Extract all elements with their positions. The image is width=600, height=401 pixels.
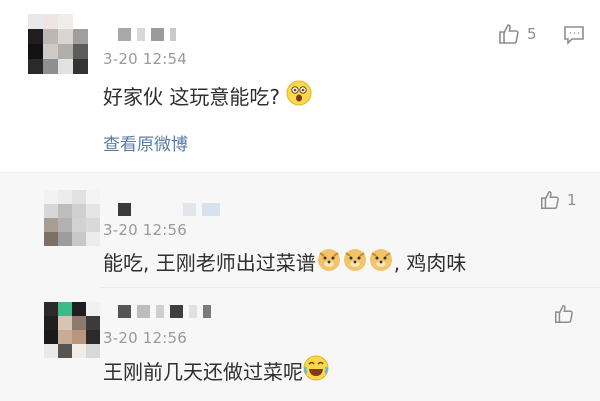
username-redacted[interactable] [118, 203, 220, 216]
doge-emoji [316, 246, 342, 277]
main-comment: 3-20 12:54 好家伙 这玩意能吃? 查看原微博 5 [0, 0, 600, 172]
doge-emoji [342, 246, 368, 277]
comment-bubble-icon [564, 26, 584, 45]
avatar[interactable] [44, 302, 100, 358]
avatar[interactable] [28, 14, 88, 74]
timestamp: 3-20 12:54 [103, 50, 188, 68]
view-original-weibo-link[interactable]: 查看原微博 [103, 130, 188, 155]
timestamp: 3-20 12:56 [103, 221, 188, 239]
comment-text-body: 能吃, 王刚老师出过菜谱 [103, 251, 316, 275]
username-redacted[interactable] [118, 28, 176, 41]
thumbs-up-icon [541, 191, 559, 209]
comment-text: 能吃, 王刚老师出过菜谱 , 鸡肉味 [103, 246, 466, 277]
thumbs-up-icon [499, 24, 519, 44]
comment-text: 好家伙 这玩意能吃? [103, 80, 312, 111]
divider [0, 172, 600, 173]
comment-text-tail: , 鸡肉味 [393, 251, 467, 275]
avatar[interactable] [44, 190, 100, 246]
doge-emoji [368, 246, 394, 277]
timestamp: 3-20 12:56 [103, 329, 188, 347]
reply-button[interactable] [563, 25, 585, 49]
thumbs-up-icon [555, 305, 573, 323]
comment-text: 王刚前几天还做过菜呢 [103, 355, 329, 386]
like-count: 5 [527, 25, 537, 43]
divider [100, 287, 600, 288]
laughing-tears-emoji [303, 355, 329, 386]
like-button[interactable]: 5 [497, 22, 537, 46]
comment-text-body: 好家伙 这玩意能吃? [103, 85, 280, 109]
username-redacted[interactable] [118, 305, 211, 318]
like-button[interactable]: 1 [539, 189, 577, 211]
like-count: 1 [567, 191, 577, 209]
like-button[interactable] [553, 303, 581, 325]
shocked-face-emoji [286, 80, 312, 111]
comment-text-body: 王刚前几天还做过菜呢 [103, 360, 303, 384]
